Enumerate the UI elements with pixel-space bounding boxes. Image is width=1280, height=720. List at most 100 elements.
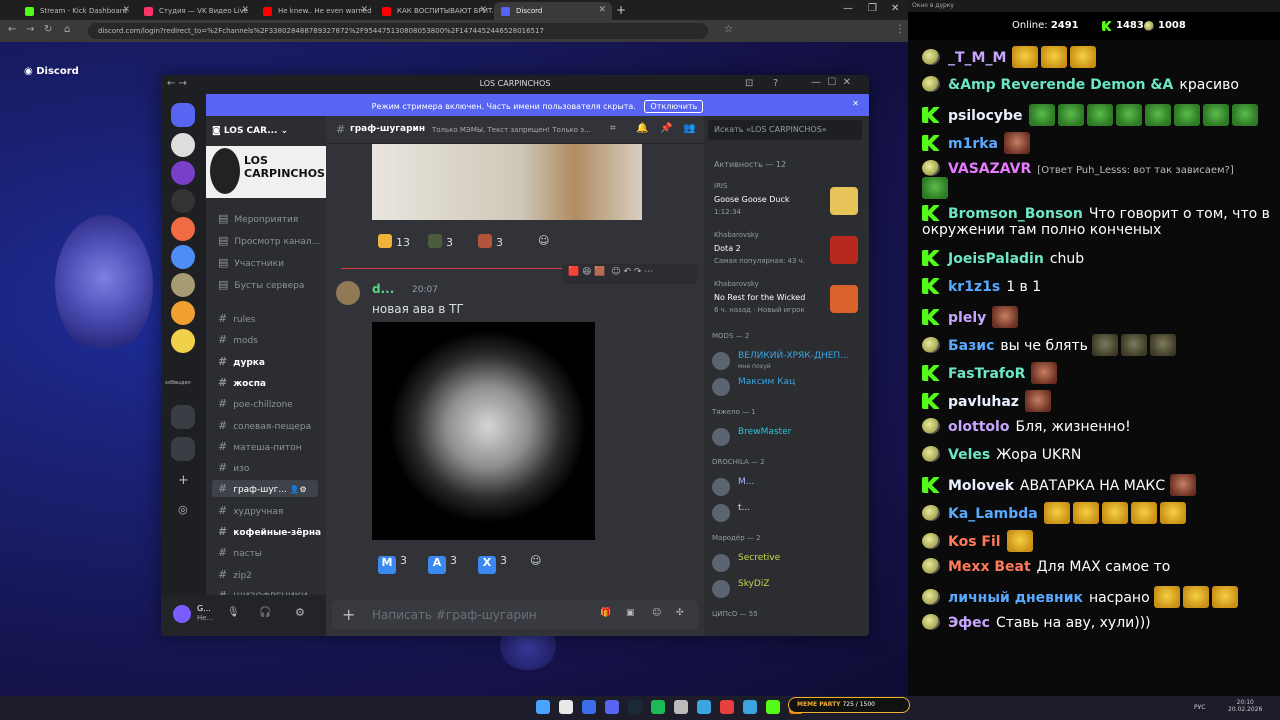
member-item[interactable]: BrewMaster bbox=[712, 424, 862, 450]
tab-close-icon[interactable]: ✕ bbox=[598, 5, 606, 15]
taskbar-app-icon[interactable] bbox=[559, 700, 573, 714]
server-menu-item[interactable]: ▤ Мероприятия bbox=[218, 212, 298, 225]
members-icon[interactable]: 👥 bbox=[683, 123, 695, 134]
tab-close-icon[interactable]: ✕ bbox=[479, 5, 487, 15]
reload-icon[interactable]: ↻ bbox=[44, 24, 52, 35]
channel-6[interactable]: # матеша-питон bbox=[218, 440, 302, 453]
server-icon[interactable] bbox=[171, 133, 195, 157]
avatar[interactable] bbox=[712, 580, 730, 598]
member-item[interactable]: t... bbox=[712, 500, 862, 526]
avatar-image-attachment[interactable] bbox=[372, 322, 595, 540]
chat-username[interactable]: Базис bbox=[948, 338, 994, 354]
language-indicator[interactable]: РУС bbox=[1194, 704, 1205, 711]
taskbar-app-icon[interactable] bbox=[628, 700, 642, 714]
member-item[interactable]: ВЕЛИКИЙ-ХРЯК-ДНЕП... мне похуй bbox=[712, 348, 862, 374]
browser-tab[interactable]: КАК ВОСПИТЫВАЮТ БРИТАН ✕ bbox=[375, 2, 493, 20]
bookmark-star-icon[interactable]: ☆ bbox=[724, 24, 733, 35]
reaction-pill[interactable]: 3 bbox=[422, 232, 459, 252]
avatar[interactable] bbox=[712, 352, 730, 370]
member-item[interactable]: M... bbox=[712, 474, 862, 500]
chat-username[interactable]: Эфес bbox=[948, 615, 990, 631]
add-server-icon[interactable]: + bbox=[178, 473, 189, 488]
activity-user[interactable]: Khabarovsky bbox=[714, 280, 759, 288]
chat-username[interactable]: m1rka bbox=[948, 136, 998, 152]
tab-close-icon[interactable]: ✕ bbox=[360, 5, 368, 15]
reaction-pill[interactable]: X3 bbox=[472, 552, 513, 574]
pin-icon[interactable]: 📌 bbox=[660, 123, 672, 134]
apps-icon[interactable]: ✣ bbox=[676, 608, 684, 618]
taskbar-app-icon[interactable] bbox=[743, 700, 757, 714]
member-item[interactable]: Secretive bbox=[712, 550, 862, 576]
channel-settings-icon[interactable]: 👤⚙ bbox=[287, 485, 307, 494]
channel-3[interactable]: # жоспа bbox=[218, 376, 266, 389]
maximize-icon[interactable]: ❐ bbox=[868, 3, 877, 14]
chat-username[interactable]: Kos Fil bbox=[948, 534, 1001, 550]
taskbar-app-icon[interactable] bbox=[697, 700, 711, 714]
meme-image[interactable] bbox=[372, 144, 642, 220]
channel-1[interactable]: # mods bbox=[218, 333, 258, 346]
avatar[interactable] bbox=[712, 478, 730, 496]
taskbar-app-icon[interactable] bbox=[582, 700, 596, 714]
channel-0[interactable]: # rules bbox=[218, 312, 255, 325]
channel-4[interactable]: # poe-chillzone bbox=[218, 397, 293, 410]
avatar[interactable] bbox=[712, 378, 730, 396]
chat-username[interactable]: JoeisPaladin bbox=[948, 251, 1044, 267]
url-bar[interactable]: discord.com/login?redirect_to=%2Fchannel… bbox=[88, 23, 708, 39]
add-reaction-icon[interactable]: ☺ bbox=[524, 552, 547, 572]
server-name[interactable]: ◙ LOS CAR... ⌄ bbox=[212, 126, 288, 136]
server-folder[interactable] bbox=[171, 437, 195, 461]
chat-username[interactable]: _T_M_M bbox=[948, 50, 1006, 66]
channel-8[interactable]: # граф-шуг... 👤⚙ bbox=[212, 480, 318, 498]
chat-username[interactable]: Ka_Lambda bbox=[948, 506, 1038, 522]
server-icon[interactable] bbox=[171, 301, 195, 325]
browser-tab[interactable]: Не knew.. He even warned us ✕ bbox=[256, 2, 374, 20]
taskbar-app-icon[interactable] bbox=[605, 700, 619, 714]
menu-icon[interactable]: ⋮ bbox=[895, 24, 905, 35]
back-arrow-icon[interactable]: ← → bbox=[167, 78, 187, 89]
member-item[interactable]: Максим Кац bbox=[712, 374, 862, 400]
avatar[interactable] bbox=[173, 605, 191, 623]
taskbar-app-icon[interactable] bbox=[536, 700, 550, 714]
chat-username[interactable]: Mexx Beat bbox=[948, 559, 1031, 575]
chat-username[interactable]: Molovek bbox=[948, 478, 1014, 494]
emoji-icon[interactable]: ☺ bbox=[652, 608, 661, 618]
server-menu-item[interactable]: ▤ Просмотр канал... bbox=[218, 234, 320, 247]
inbox-icon[interactable]: ⊡ bbox=[745, 78, 753, 89]
chat-username[interactable]: olottolo bbox=[948, 419, 1009, 435]
channel-12[interactable]: # zip2 bbox=[218, 568, 252, 581]
reaction-pill[interactable]: 3 bbox=[472, 232, 509, 252]
chat-username[interactable]: &Amp Reverende Demon &A bbox=[948, 77, 1173, 93]
meme-party-widget[interactable]: MEME PARTY 725 / 1500 bbox=[788, 697, 910, 713]
home-button[interactable] bbox=[171, 103, 195, 127]
message-author[interactable]: d... bbox=[372, 282, 394, 296]
avatar[interactable] bbox=[712, 554, 730, 572]
threads-icon[interactable]: ⌗ bbox=[610, 123, 616, 134]
attach-plus-icon[interactable]: + bbox=[342, 605, 355, 624]
avatar[interactable] bbox=[712, 504, 730, 522]
back-icon[interactable]: ← bbox=[8, 24, 16, 35]
browser-tab[interactable]: Stream - Kick Dashboard ✕ bbox=[18, 2, 136, 20]
gif-icon[interactable]: ▣ bbox=[626, 608, 635, 618]
channel-11[interactable]: # пасты bbox=[218, 546, 262, 559]
avatar[interactable] bbox=[712, 428, 730, 446]
browser-tab[interactable]: Студия — VK Видео Live ✕ bbox=[137, 2, 255, 20]
disable-streamer-mode-button[interactable]: Отключить bbox=[644, 100, 704, 113]
chat-username[interactable]: pavluhaz bbox=[948, 394, 1019, 410]
taskbar-app-icon[interactable] bbox=[674, 700, 688, 714]
reaction-pill[interactable]: 13 bbox=[372, 232, 416, 252]
new-tab-button[interactable]: + bbox=[616, 3, 626, 17]
channel-10[interactable]: # кофейные-зёрна bbox=[218, 525, 321, 538]
message-actions-toolbar[interactable]: 🟥 😆 🟫 ☺ ↶ ↷ ⋯ bbox=[562, 264, 698, 284]
activity-user[interactable]: IRIS bbox=[714, 182, 727, 190]
explore-icon[interactable]: ◎ bbox=[178, 503, 188, 516]
bell-icon[interactable]: 🔔 bbox=[636, 123, 648, 134]
chat-username[interactable]: kr1z1s bbox=[948, 279, 1000, 295]
avatar[interactable] bbox=[336, 281, 360, 305]
close-banner-icon[interactable]: ✕ bbox=[852, 99, 859, 108]
chat-username[interactable]: личный дневник bbox=[948, 590, 1083, 606]
server-icon[interactable] bbox=[171, 329, 195, 353]
server-icon[interactable] bbox=[171, 217, 195, 241]
home-icon[interactable]: ⌂ bbox=[64, 24, 70, 35]
server-menu-item[interactable]: ▤ Бусты сервера bbox=[218, 278, 304, 291]
add-reaction-icon[interactable]: ☺ bbox=[532, 232, 555, 252]
